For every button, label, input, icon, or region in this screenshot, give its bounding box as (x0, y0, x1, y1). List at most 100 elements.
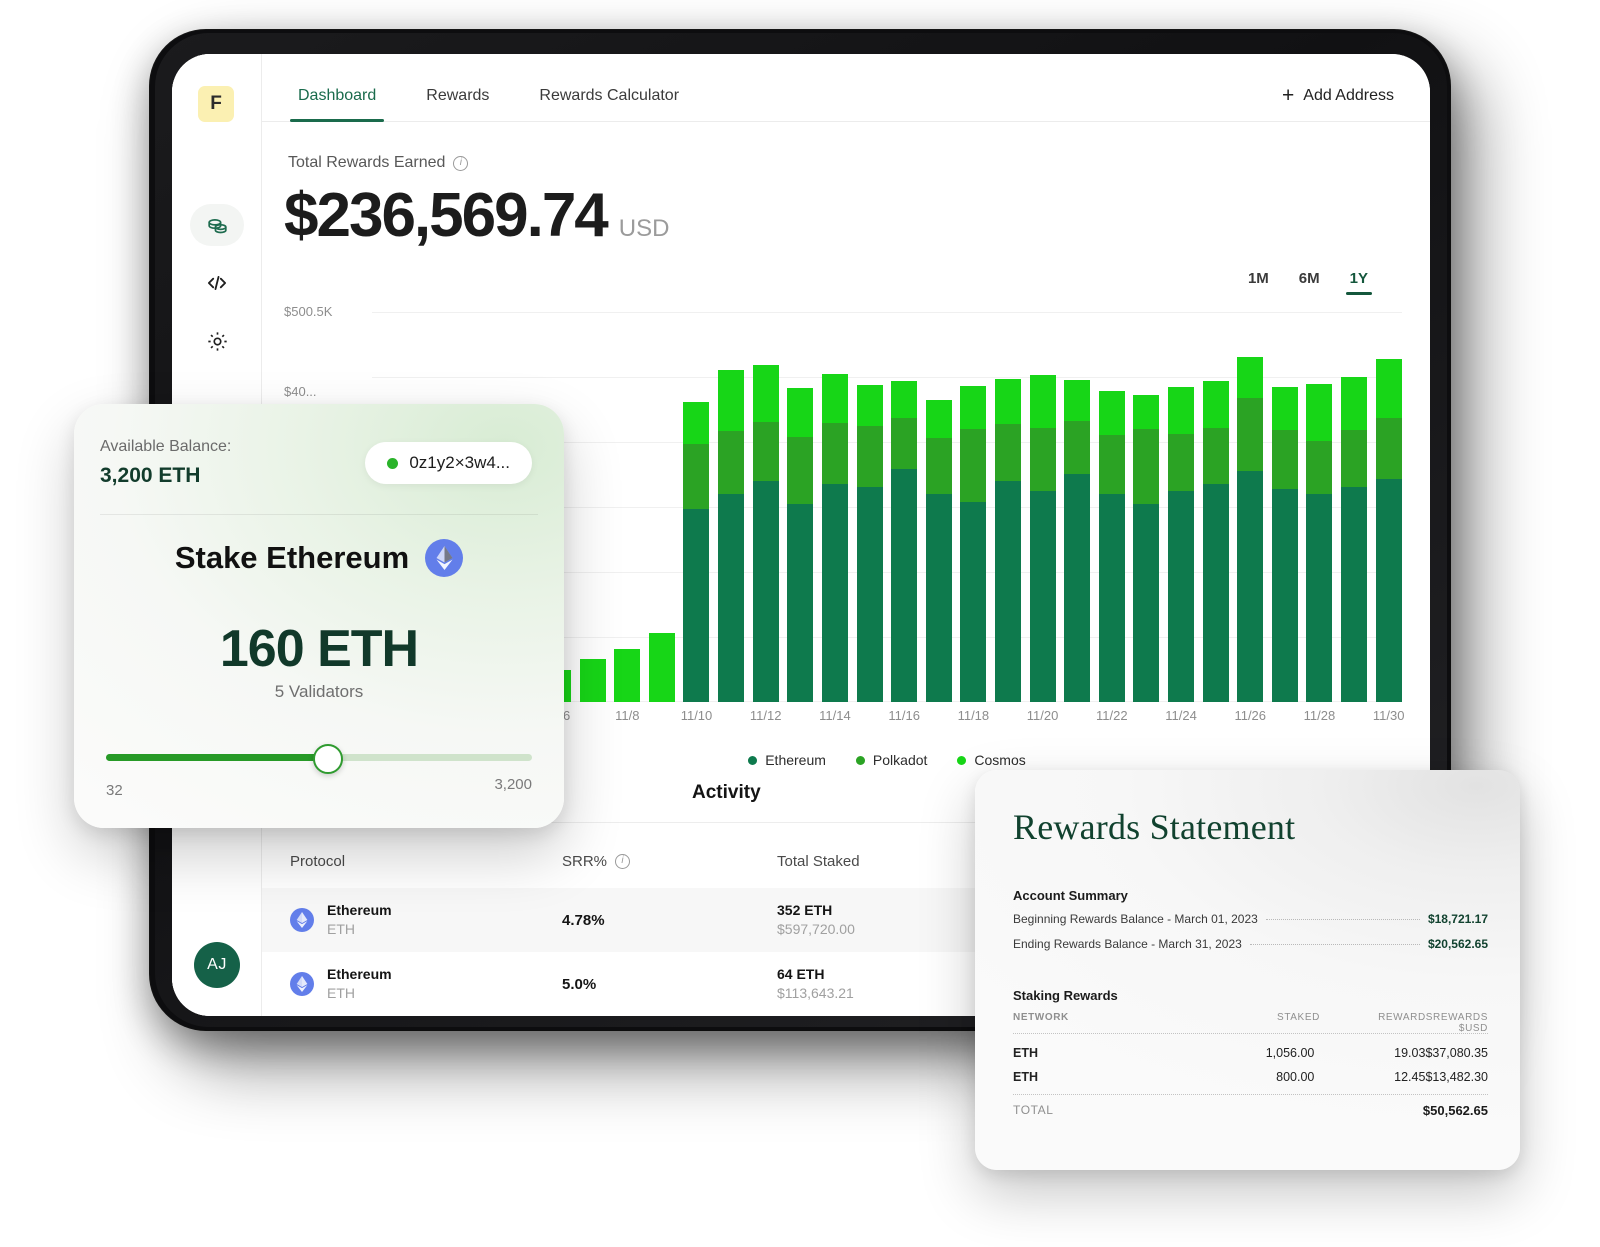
summary-value: $20,562.65 (1427, 937, 1488, 951)
chart-bar-segment-polkadot (960, 429, 987, 503)
avatar-initials: AJ (207, 956, 227, 973)
chart-bar-segment-ethereum (1271, 488, 1298, 702)
chart-bar-segment-cosmos (1341, 377, 1368, 431)
chart-bar[interactable] (614, 312, 641, 702)
chart-bar[interactable] (994, 312, 1021, 702)
chart-bar[interactable] (891, 312, 918, 702)
card-divider (100, 514, 538, 515)
x-axis-tick (1064, 708, 1090, 732)
summary-label: Ending Rewards Balance - March 31, 2023 (1013, 937, 1242, 951)
chart-bar-segment-cosmos (1271, 387, 1298, 431)
cell-rewards-usd: $37,080.35 (1425, 1046, 1488, 1060)
chart-bar-segment-cosmos (1168, 387, 1195, 435)
chart-bar[interactable] (1237, 312, 1264, 702)
chart-bar-segment-cosmos (648, 633, 675, 702)
chart-bar[interactable] (821, 312, 848, 702)
range-1y[interactable]: 1Y (1345, 270, 1373, 295)
chart-bar[interactable] (1133, 312, 1160, 702)
chart-bar[interactable] (1341, 312, 1368, 702)
sidebar-item-developers[interactable] (190, 262, 244, 304)
wallet-address-text: 0z1y2×3w4... (409, 453, 510, 472)
ethereum-icon (425, 539, 464, 577)
chart-bar-segment-cosmos (1202, 381, 1229, 429)
legend-item-cosmos[interactable]: Cosmos (957, 752, 1026, 768)
protocol-name: Ethereum (327, 966, 392, 982)
range-6m[interactable]: 6M (1299, 270, 1320, 295)
legend-item-ethereum[interactable]: Ethereum (748, 752, 826, 768)
chart-bar[interactable] (683, 312, 710, 702)
status-dot-icon (387, 457, 399, 469)
srr-info-icon[interactable]: i (615, 853, 631, 869)
x-axis-tick (1203, 708, 1229, 732)
chart-bar-segment-cosmos (821, 374, 848, 423)
stake-heading-text: Stake Ethereum (174, 540, 410, 575)
chart-bar-segment-ethereum (683, 509, 710, 702)
sidebar-item-staking[interactable] (190, 204, 244, 246)
x-axis-tick (1272, 708, 1298, 732)
legend-dot-polkadot (855, 755, 865, 765)
table-divider (1013, 1033, 1488, 1034)
ethereum-icon (290, 908, 314, 932)
app-logo-letter: F (210, 93, 222, 114)
legend-label-cosmos: Cosmos (974, 752, 1026, 768)
chart-bar-segment-cosmos (1375, 359, 1402, 418)
wallet-address-pill[interactable]: 0z1y2×3w4... (365, 442, 532, 484)
add-address-button[interactable]: + Add Address (1282, 85, 1430, 121)
staking-icon (205, 213, 230, 238)
app-logo[interactable]: F (198, 86, 234, 122)
gear-icon (205, 329, 230, 354)
summary-label: Beginning Rewards Balance - March 01, 20… (1013, 912, 1258, 926)
chart-bar[interactable] (1271, 312, 1298, 702)
chart-bar[interactable] (1202, 312, 1229, 702)
chart-bar-segment-cosmos (718, 370, 745, 432)
x-axis-tick: 11/22 (1096, 708, 1128, 723)
chart-bar-segment-cosmos (787, 388, 814, 438)
column-header-protocol: Protocol (290, 852, 346, 870)
chart-bar[interactable] (648, 312, 675, 702)
chart-bar[interactable] (579, 312, 606, 702)
chart-bar[interactable] (1098, 312, 1125, 702)
chart-bar[interactable] (787, 312, 814, 702)
slider-handle[interactable] (312, 744, 343, 774)
cell-srr: 4.78% (562, 911, 605, 929)
chart-bar-segment-polkadot (1064, 420, 1091, 474)
plus-icon: + (1282, 84, 1295, 107)
chart-bar[interactable] (1306, 312, 1333, 702)
tab-rewards[interactable]: Rewards (418, 87, 497, 121)
staked-usd: $113,643.21 (777, 985, 854, 1001)
tab-dashboard[interactable]: Dashboard (290, 87, 385, 122)
chart-bar-segment-polkadot (1098, 435, 1125, 494)
chart-bar-segment-cosmos (960, 386, 987, 430)
total-rewards-label-text: Total Rewards Earned (288, 154, 446, 171)
chart-bar[interactable] (925, 312, 952, 702)
chart-bar-segment-ethereum (752, 480, 779, 702)
main-tabs: Dashboard Rewards Rewards Calculator (262, 54, 687, 122)
legend-item-polkadot[interactable]: Polkadot (855, 752, 927, 768)
x-axis-tick (1341, 708, 1367, 732)
range-selector: 1M 6M 1Y (1248, 270, 1373, 295)
chart-bar-segment-polkadot (718, 431, 745, 494)
chart-bar[interactable] (960, 312, 987, 702)
chart-bar[interactable] (1064, 312, 1091, 702)
stake-amount-slider[interactable] (106, 744, 532, 774)
sidebar-item-settings[interactable] (190, 320, 244, 362)
add-address-label: Add Address (1303, 86, 1394, 104)
activity-title: Activity (692, 782, 761, 803)
avatar[interactable]: AJ (194, 942, 240, 988)
info-icon[interactable]: i (453, 155, 469, 171)
chart-bar-segment-polkadot (1168, 434, 1195, 491)
chart-bar[interactable] (1375, 312, 1402, 702)
chart-bar[interactable] (718, 312, 745, 702)
chart-bar-segment-ethereum (1133, 504, 1160, 702)
chart-bar[interactable] (856, 312, 883, 702)
chart-bar-segment-cosmos (925, 399, 952, 439)
chart-bar[interactable] (1168, 312, 1195, 702)
x-axis-tick (718, 708, 744, 732)
legend-label-ethereum: Ethereum (765, 752, 826, 768)
protocol-name: Ethereum (327, 902, 392, 918)
tab-rewards-calculator[interactable]: Rewards Calculator (531, 87, 687, 121)
chart-bar[interactable] (752, 312, 779, 702)
range-1m[interactable]: 1M (1248, 270, 1269, 295)
chart-bar[interactable] (1029, 312, 1056, 702)
column-header-srr-label: SRR% (562, 852, 608, 870)
